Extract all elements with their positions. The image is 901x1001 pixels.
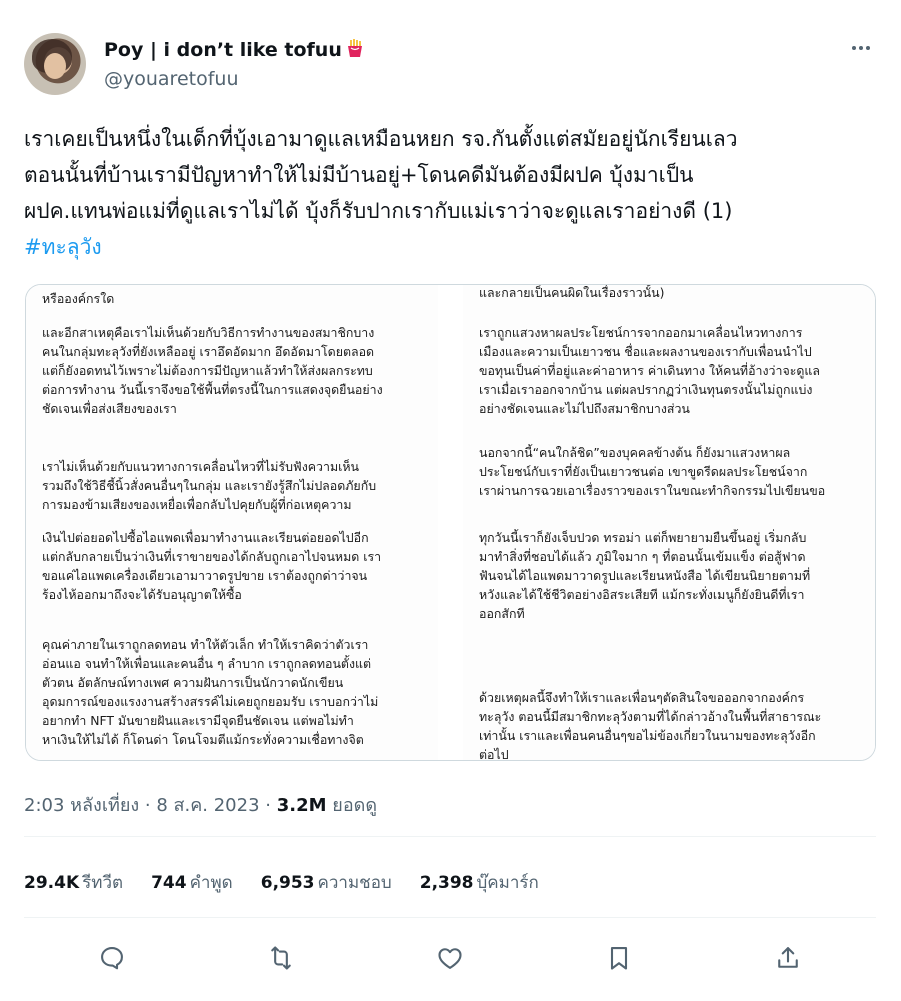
media-paragraph: หรือองค์กรใด (42, 289, 432, 308)
media-text-line: เราถูกแสวงหาผลประโยชน์การจากออกมาเคลื่อน… (479, 325, 803, 340)
view-count: 3.2M (276, 795, 327, 816)
retweet-icon[interactable] (261, 938, 301, 978)
stat-count: 2,398 (419, 873, 474, 893)
media-text-line: แต่กลับกลายเป็นว่าเงินที่เราขายของได้กลั… (42, 549, 382, 564)
media-text-line: เท่านั้น เราและเพื่อนคนอื่นๆขอไม่ข้องเกี… (479, 728, 816, 743)
media-text-line: ทุกวันนี้เราก็ยังเจ็บปวด ทรอม่า แต่ก็พยา… (479, 530, 807, 545)
media-text-line: ร้องไห้ออกมาถึงจะได้รับอนุญาตให้ซื้อ (42, 587, 242, 602)
divider (24, 917, 876, 918)
tweet-text: เราเคยเป็นหนึ่งในเด็กที่บุ้งเอามาดูแลเหม… (24, 121, 874, 229)
avatar[interactable] (24, 33, 86, 95)
bookmark-icon[interactable] (599, 938, 639, 978)
more-horizontal-icon[interactable] (846, 36, 876, 60)
media-paragraph: เงินไปต่อยอดไปซื้อไอแพดเพื่อมาทำงานและเร… (42, 528, 432, 604)
media-paragraph: และกลายเป็นคนผิดในเรื่องราวนั้น) (479, 285, 869, 302)
share-icon[interactable] (768, 938, 808, 978)
avatar-face (44, 53, 66, 79)
stat-item[interactable]: 6,953 ความชอบ (261, 869, 392, 896)
media-text-line: รวมถึงใช้วิธีชี้นิ้วสั่งคนอื่นๆในกลุ่ม แ… (42, 478, 377, 493)
media-paragraph: เราไม่เห็นด้วยกับแนวทางการเคลื่อนไหวที่ไ… (42, 457, 432, 514)
tweet-text-line: ตอนนั้นที่บ้านเรามีปัญหาทำให้ไม่มีบ้านอย… (24, 163, 694, 187)
media-paragraph: ด้วยเหตุผลนี้จึงทำให้เราและเพื่อนๆตัดสิน… (479, 688, 869, 761)
media-text-line: ฟันจนได้ไอแพดมาวาดรูปและเรียนหนังสือ ได้… (479, 568, 811, 583)
media-text-line: ทะลุวัง ตอนนี้มีสมาชิกทะลุวังตามที่ได้กล… (479, 709, 822, 724)
tweet-time[interactable]: 2:03 หลังเที่ยง (24, 795, 139, 816)
media-text-line: ตัวตน อัตลักษณ์ทางเพศ ความฝันการเป็นนักว… (42, 675, 344, 690)
media-text-line: มาทำสิ่งที่ชอบได้แล้ว ภูมิใจมาก ๆ ที่ตอน… (479, 549, 806, 564)
stat-item[interactable]: 744 คำพูด (151, 869, 233, 896)
reply-icon[interactable] (92, 938, 132, 978)
tweet-text-line: ผปค.แทนพ่อแม่ที่ดูแลเราไม่ได้ บุ้งก็รับป… (24, 199, 733, 223)
media-paragraph: เราถูกแสวงหาผลประโยชน์การจากออกมาเคลื่อน… (479, 323, 869, 418)
action-bar (0, 938, 901, 978)
like-icon[interactable] (430, 938, 470, 978)
stat-item[interactable]: 2,398 บุ๊คมาร์ก (420, 869, 539, 896)
tweet-media[interactable]: หรือองค์กรใดและอีกสาเหตุคือเราไม่เห็นด้ว… (25, 284, 876, 761)
stat-count: 744 (151, 873, 187, 893)
engagement-stats: 29.4K รีทวีต 744 คำพูด 6,953 ความชอบ 2,398 บุ๊ค… (24, 869, 539, 896)
media-image-left[interactable]: หรือองค์กรใดและอีกสาเหตุคือเราไม่เห็นด้ว… (26, 285, 438, 760)
media-text-line: อยากทำ NFT มันขายฝันและเรามีจุดยืนชัดเจน… (42, 713, 354, 728)
media-text-line: ชัดเจนเพื่อส่งเสียงของเรา (42, 401, 177, 416)
media-text-line: หรือองค์กรใด (42, 291, 115, 306)
media-text-line: แต่ก็ยังอดทนไว้เพราะไม่ต้องการมีปัญหาแล้… (42, 363, 373, 378)
media-text-line: ประโยชน์กับเราที่ยังเป็นเยาวชนต่อ เขาขูด… (479, 464, 808, 479)
media-text-line: อุดมการณ์ของแรงงานสร้างสรรค์ไม่เคยถูกยอม… (42, 694, 379, 709)
media-paragraph: ทุกวันนี้เราก็ยังเจ็บปวด ทรอม่า แต่ก็พยา… (479, 528, 869, 623)
media-text-line: เงินไปต่อยอดไปซื้อไอแพดเพื่อมาทำงานและเร… (42, 530, 369, 545)
author-name[interactable]: Poy | i don’t like tofuu (104, 39, 342, 61)
tweet-text-line: เราเคยเป็นหนึ่งในเด็กที่บุ้งเอามาดูแลเหม… (24, 127, 738, 151)
hashtag-link[interactable]: #ทะลุวัง (24, 229, 102, 265)
media-text-line: คุณค่าภายในเราถูกลดทอน ทำให้ตัวเล็ก ทำให… (42, 637, 369, 652)
media-text-line: เราไม่เห็นด้วยกับแนวทางการเคลื่อนไหวที่ไ… (42, 459, 359, 474)
media-text-line: อ่อนแอ จนทำให้เพื่อนและคนอื่น ๆ ลำบาก เร… (42, 656, 372, 671)
media-text-line: และอีกสาเหตุคือเราไม่เห็นด้วยกับวิธีการท… (42, 325, 375, 340)
meta-separator: · (139, 795, 157, 816)
media-text-line: และกลายเป็นคนผิดในเรื่องราวนั้น) (479, 285, 665, 300)
media-paragraph: คุณค่าภายในเราถูกลดทอน ทำให้ตัวเล็ก ทำให… (42, 635, 432, 749)
media-text-line: นอกจากนี้“คนใกล้ชิด”ของบุคคลข้างต้น ก็ยั… (479, 445, 791, 460)
media-text-line: ต่อการทำงาน วันนี้เราจึงขอใช้พื้นที่ตรงน… (42, 382, 383, 397)
tweet-meta: 2:03 หลังเที่ยง · 8 ส.ค. 2023 · 3.2M ยอด… (24, 790, 377, 819)
media-paragraph: และอีกสาเหตุคือเราไม่เห็นด้วยกับวิธีการท… (42, 323, 432, 418)
media-text-line: คนในกลุ่มทะลุวังที่ยังเหลืออยู่ เราอึดอั… (42, 344, 375, 359)
tweet-detail: Poy | i don’t like tofuu @youaretofuu เร… (0, 0, 901, 1001)
view-label: ยอดดู (332, 795, 378, 816)
media-text-line: เราผ่านการฉวยเอาเรื่องราวของเราในขณะทำกิ… (479, 483, 826, 498)
stat-item[interactable]: 29.4K รีทวีต (24, 869, 123, 896)
media-text-line: เมืองและความเป็นเยาวชน ชื่อและผลงานของเร… (479, 344, 812, 359)
media-text-line: เราเมื่อเราออกจากบ้าน แต่ผลปรากฏว่าเงินท… (479, 382, 813, 397)
french-fries-icon (345, 38, 365, 63)
media-text-line: ออกสักที (479, 606, 525, 621)
media-text-line: หาเงินให้ไม่ได้ ก็โดนด่า โดนโจมตีแม้กระท… (42, 732, 364, 747)
media-text-line: ต่อไป (479, 747, 509, 761)
stat-label: คำพูด (189, 873, 233, 893)
media-text-line: การมองข้ามเสียงของเหยื่อเพื่อกลับไปคุยกั… (42, 497, 352, 512)
stat-count: 6,953 (260, 873, 315, 893)
tweet-date[interactable]: 8 ส.ค. 2023 (156, 795, 259, 816)
stat-label: ความชอบ (317, 873, 392, 893)
media-text-line: อย่างชัดเจนและไม่ไปถึงสมาชิกบางส่วน (479, 401, 690, 416)
divider (24, 836, 876, 837)
author-handle[interactable]: @youaretofuu (104, 68, 238, 90)
media-image-right[interactable]: และกลายเป็นคนผิดในเรื่องราวนั้น) เราถูกแส… (463, 285, 875, 761)
media-text-line: ขอทุนเป็นค่าที่อยู่และค่าอาหาร ค่าเดินทา… (479, 363, 820, 378)
media-text-line: ด้วยเหตุผลนี้จึงทำให้เราและเพื่อนๆตัดสิน… (479, 690, 805, 705)
stat-count: 29.4K (24, 873, 80, 893)
media-text-line: หวังและได้ใช้ชีวิตอย่างอิสระเสียที แม้กร… (479, 587, 805, 602)
media-paragraph: นอกจากนี้“คนใกล้ชิด”ของบุคคลข้างต้น ก็ยั… (479, 443, 869, 500)
stat-label: รีทวีต (82, 873, 124, 893)
author-name-row[interactable]: Poy | i don’t like tofuu (104, 38, 365, 63)
meta-separator-2: · (259, 795, 277, 816)
stat-label: บุ๊คมาร์ก (476, 873, 539, 893)
media-text-line: ขอแค่ไอแพดเครื่องเดียวเอามาวาดรูปขาย เรา… (42, 568, 368, 583)
